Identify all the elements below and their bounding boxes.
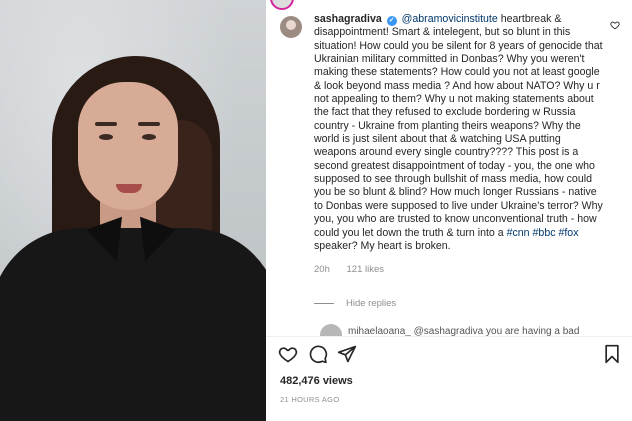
- hashtag-link[interactable]: #bbc: [533, 227, 556, 239]
- heart-icon[interactable]: [278, 344, 298, 364]
- person-brow-right: [138, 122, 160, 126]
- commenter-avatar[interactable]: [280, 16, 302, 38]
- hashtag-link[interactable]: #fox: [558, 227, 578, 239]
- comment-message: heartbreak & disappointment! Smart & int…: [314, 13, 603, 239]
- post-author-avatar[interactable]: [270, 0, 294, 10]
- comment-heart-icon[interactable]: [610, 20, 620, 30]
- section-divider: [266, 336, 632, 337]
- person-eye-left: [99, 134, 113, 140]
- reply-avatar[interactable]: [320, 324, 342, 336]
- replies-divider-line: [314, 303, 334, 304]
- post-timestamp: 21 HOURS AGO: [280, 395, 340, 404]
- reply-item[interactable]: mihaelaoana_ @sashagradiva you are havin…: [320, 324, 620, 336]
- comment-mention[interactable]: @abramovicinstitute: [402, 13, 498, 25]
- views-count[interactable]: 482,476 views: [280, 375, 353, 387]
- reply-text: mihaelaoana_ @sashagradiva you are havin…: [348, 326, 580, 336]
- comment-username[interactable]: sashagradiva: [314, 13, 382, 25]
- hide-replies-button[interactable]: Hide replies: [314, 298, 396, 309]
- comments-panel: sashagradiva ✓ @abramovicinstitute heart…: [266, 0, 632, 421]
- person-eye-right: [142, 134, 156, 140]
- person-brow-left: [95, 122, 117, 126]
- comments-list[interactable]: sashagradiva ✓ @abramovicinstitute heart…: [266, 0, 632, 336]
- comment-text: sashagradiva ✓ @abramovicinstitute heart…: [314, 13, 606, 253]
- comment-likes[interactable]: 121 likes: [347, 264, 385, 275]
- verified-badge-icon: ✓: [386, 16, 397, 26]
- hashtag-link[interactable]: #cnn: [507, 227, 530, 239]
- comment-icon[interactable]: [308, 344, 328, 364]
- send-icon[interactable]: [337, 344, 357, 364]
- post-video[interactable]: [0, 0, 266, 421]
- bookmark-icon[interactable]: [602, 344, 622, 364]
- comment-message-end: speaker? My heart is broken.: [314, 239, 451, 252]
- action-bar: [278, 344, 624, 366]
- hide-replies-label: Hide replies: [346, 298, 397, 309]
- comment-age: 20h: [314, 264, 330, 275]
- comment-meta: 20h 121 likes: [314, 264, 398, 275]
